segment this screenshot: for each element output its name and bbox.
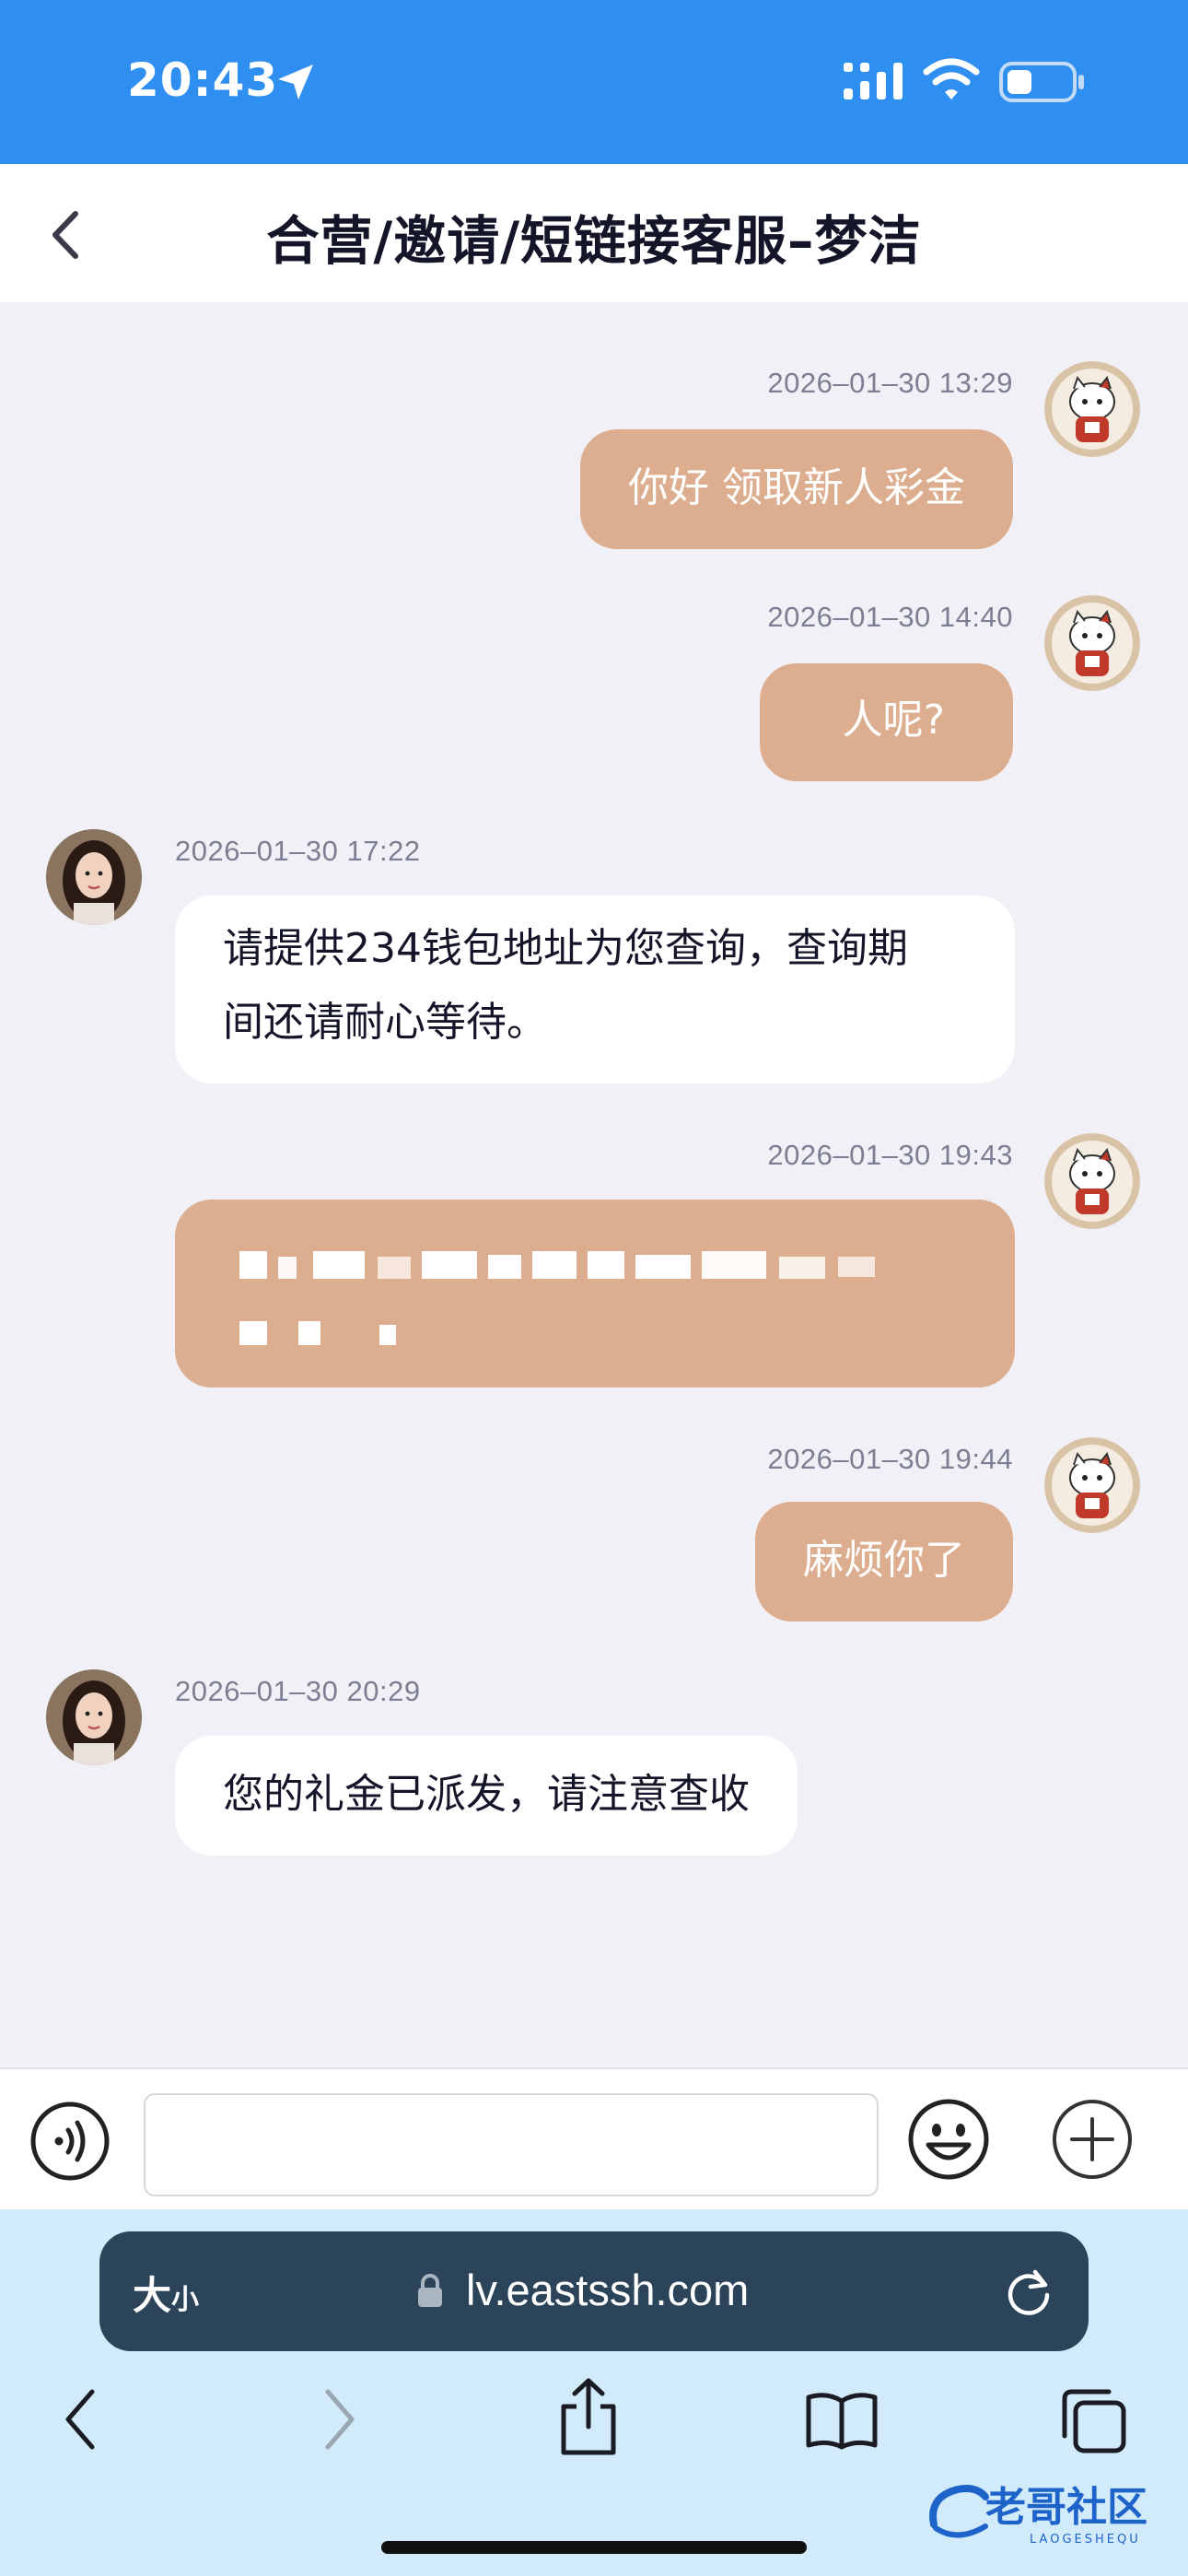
message-text: 您的礼金已派发，请注意查收 [223,1771,750,1818]
message-text-line: 间还请耐心等待。 [223,999,547,1046]
message-bubble-agent[interactable]: 您的礼金已派发，请注意查收 [175,1736,798,1856]
page-title: 合营/邀请/短链接客服–梦洁 [266,211,922,272]
text-size-label-large: 大 [133,2273,172,2318]
message-text-line: 请提供234钱包地址为您查询，查询期 [223,925,908,972]
battery-icon [999,62,1084,102]
user-avatar[interactable] [1044,1437,1140,1533]
text-size-label-small: 小 [171,2284,200,2316]
user-avatar[interactable] [1044,361,1140,457]
message-timestamp: 2026–01–30 20:29 [175,1675,421,1707]
message-timestamp: 2026–01–30 13:29 [767,367,1013,399]
redaction-pixelation [239,1251,875,1345]
location-arrow-icon [278,64,313,100]
status-bar: 20:43 [0,0,1188,164]
signal-icon [844,63,903,100]
back-chevron-icon[interactable] [35,203,99,267]
message-timestamp: 2026–01–30 14:40 [767,601,1013,633]
chat-header: 合营/邀请/短链接客服–梦洁 [0,164,1188,302]
chat-input-bar [0,2067,1188,2209]
agent-avatar[interactable] [46,1669,142,1765]
wifi-icon [923,58,980,100]
browser-forward-icon[interactable] [315,2384,363,2454]
lock-icon [418,2274,442,2307]
message-bubble-user[interactable]: 你好 领取新人彩金 [580,429,1013,549]
text-size-button[interactable]: 大小 [133,2265,199,2321]
url-text: lv.eastssh.com [466,2266,750,2314]
home-indicator[interactable] [381,2541,807,2554]
message-timestamp: 2026–01–30 19:43 [767,1139,1013,1171]
user-avatar[interactable] [1044,1133,1140,1229]
message-input[interactable] [144,2093,879,2196]
emoji-icon[interactable] [906,2097,991,2182]
reload-icon[interactable] [1002,2265,1055,2318]
message-text: 麻烦你了 [803,1537,965,1584]
bookmarks-icon[interactable] [805,2390,879,2451]
watermark-subtext: LAOGESHEQU [1030,2533,1141,2547]
message-bubble-user[interactable]: 人呢? [759,663,1013,781]
message-text: 你好 领取新人彩金 [628,464,965,511]
share-icon[interactable] [556,2375,621,2458]
message-text: 人呢? [842,697,945,744]
add-icon[interactable] [1050,2097,1135,2182]
site-watermark-logo: 老哥社区 LAOGESHEQU [921,2469,1179,2556]
message-timestamp: 2026–01–30 19:44 [767,1443,1013,1475]
agent-avatar[interactable] [46,829,142,925]
status-time: 20:43 [127,53,279,107]
watermark-text: 老哥社区 [985,2484,1147,2531]
address-bar[interactable]: 大小 lv.eastssh.com [99,2231,1089,2351]
tabs-icon[interactable] [1059,2386,1127,2454]
message-timestamp: 2026–01–30 17:22 [175,835,421,867]
user-avatar[interactable] [1044,595,1140,691]
message-bubble-agent[interactable]: 请提供234钱包地址为您查询，查询期 间还请耐心等待。 [175,896,1015,1083]
browser-back-icon[interactable] [57,2384,105,2454]
message-bubble-redacted[interactable] [175,1200,1015,1388]
voice-icon[interactable] [29,2101,111,2182]
message-bubble-user[interactable]: 麻烦你了 [755,1502,1013,1622]
